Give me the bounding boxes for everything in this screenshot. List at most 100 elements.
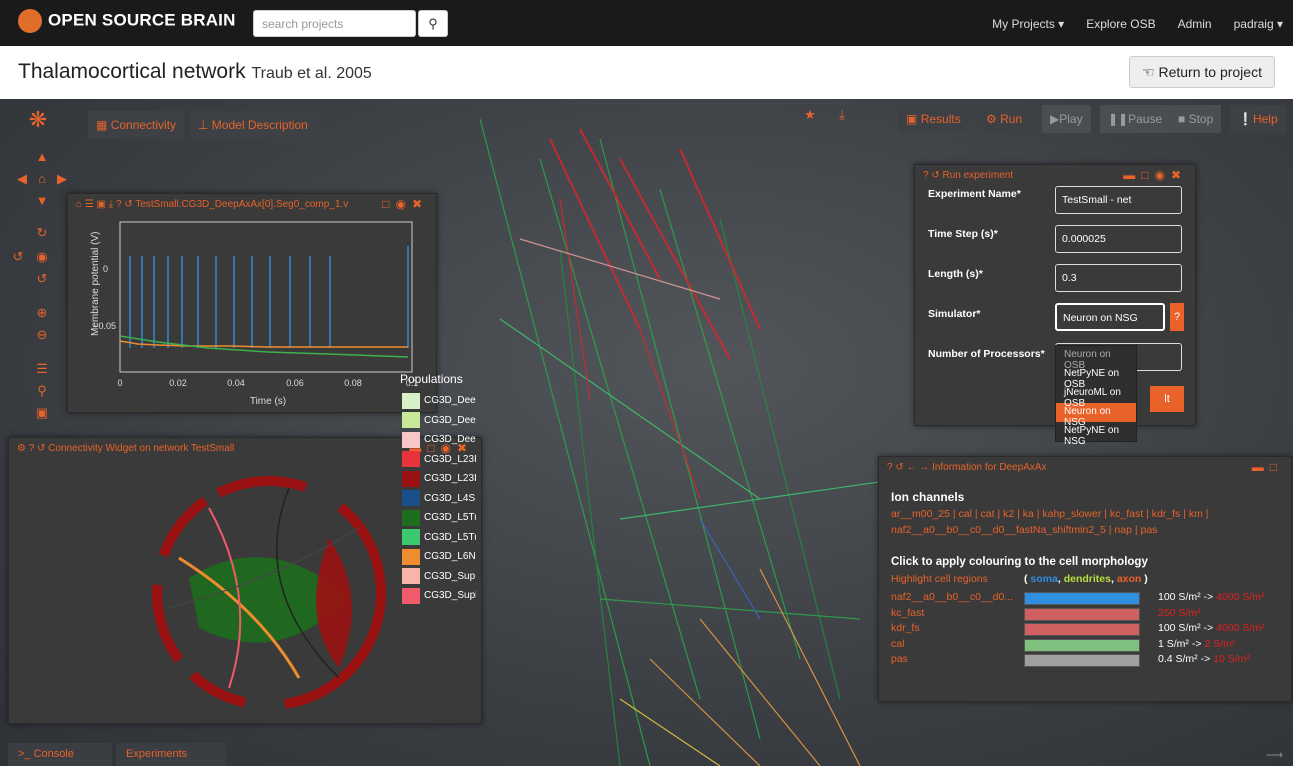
search-input[interactable]: search projects [253, 10, 416, 37]
image-icon[interactable]: ▣ [32, 405, 52, 421]
simulator-option[interactable]: jNeuroML on OSB [1056, 384, 1136, 409]
highlight-regions-label[interactable]: Highlight cell regions [891, 573, 988, 585]
cell-info-header[interactable]: ? ↺ ← → Information for DeepAxAx ▬□ [879, 457, 1291, 479]
console-tab[interactable]: >_ Console [8, 743, 112, 766]
legend-swatch [402, 568, 420, 585]
pause-button[interactable]: ❚❚Pause [1100, 105, 1171, 133]
return-to-project-button[interactable]: ☜ Return to project [1129, 56, 1275, 88]
time-step-field[interactable]: 0.000025 [1055, 225, 1182, 253]
model-description-button[interactable]: ⊥ Model Description [190, 111, 316, 139]
legend-swatch [402, 470, 420, 487]
pan-down-icon[interactable]: ▼ [32, 193, 52, 208]
plot-widget[interactable]: ⌂ ☰ ▣ ⤓ ? ↺ TestSmall.CG3D_DeepAxAx[0].S… [67, 193, 437, 413]
plot-widget-header[interactable]: ⌂ ☰ ▣ ⤓ ? ↺ TestSmall.CG3D_DeepAxAx[0].S… [68, 194, 436, 216]
help-refresh-icon[interactable]: ? ↺ [923, 170, 940, 181]
channel-name[interactable]: naf2__a0__b0__c0__d0... [891, 591, 1013, 603]
explore-osb-link[interactable]: Explore OSB [1086, 17, 1155, 31]
legend-item[interactable]: CG3D_Dee [402, 391, 476, 411]
legend-item[interactable]: CG3D_Dee [402, 411, 476, 431]
connectivity-button[interactable]: ▦ Connectivity [88, 111, 185, 139]
run-button[interactable]: ⚙ Run [978, 105, 1031, 133]
window-controls[interactable]: ▬□ [1252, 460, 1283, 474]
region-links[interactable]: ( soma, dendrites, axon ) [1024, 573, 1148, 585]
plot-tools-icon[interactable]: ⌂ ☰ ▣ ⤓ ? ↺ [76, 199, 133, 210]
region-dendrites[interactable]: dendrites [1064, 573, 1111, 585]
download-icon[interactable]: ⤓ [832, 107, 852, 123]
simulator-help-button[interactable]: ? [1170, 303, 1184, 331]
colouring-heading: Click to apply colouring to the cell mor… [891, 556, 1148, 568]
window-controls[interactable]: ▬□◉✖ [1123, 168, 1187, 182]
rotate-left-icon[interactable]: ↺ [8, 249, 28, 265]
channel-name[interactable]: pas [891, 653, 908, 665]
pan-up-icon[interactable]: ▲ [32, 149, 52, 164]
legend-item[interactable]: CG3D_L6N [402, 547, 476, 567]
channel-name[interactable]: kc_fast [891, 607, 924, 619]
results-button[interactable]: ▣ Results [898, 105, 969, 133]
conductance-bar[interactable] [1024, 654, 1140, 667]
experiments-tab[interactable]: Experiments [116, 743, 226, 766]
legend-item[interactable]: CG3D_L4S [402, 489, 476, 509]
run-experiment-header[interactable]: ? ↺ Run experiment ▬□◉✖ [915, 165, 1195, 187]
search-icon[interactable]: ⚲ [32, 383, 52, 399]
simulator-select[interactable]: Neuron on NSG [1055, 303, 1165, 331]
star-icon[interactable]: ★ [800, 107, 820, 123]
submit-button[interactable]: lt [1150, 386, 1184, 412]
my-projects-menu[interactable]: My Projects ▾ [992, 17, 1064, 31]
legend-item[interactable]: CG3D_Sup [402, 567, 476, 587]
conductance-bar[interactable] [1024, 607, 1140, 621]
brand-logo[interactable]: OPEN SOURCE BRAIN [18, 9, 236, 33]
experiment-name-field[interactable]: TestSmall - net [1055, 186, 1182, 214]
region-axon[interactable]: axon [1117, 573, 1142, 585]
settings-help-icon[interactable]: ⚙ ? ↺ [17, 443, 45, 454]
legend-swatch [402, 392, 420, 409]
conductance-range: 0.4 S/m² -> 10 S/m² [1158, 653, 1250, 665]
camera-icon[interactable]: ◉ [32, 249, 52, 265]
membrane-potential-chart: Membrane potential (V) 0 −0.05 0 0.02 0.… [90, 221, 418, 407]
ion-channels-list[interactable]: naf2__a0__b0__c0__d0__fastNa_shiftmin2_5… [891, 524, 1157, 536]
conductance-bar[interactable] [1024, 638, 1140, 652]
simulator-dropdown[interactable]: Neuron on OSB NetPyNE on OSB jNeuroML on… [1055, 345, 1137, 447]
nav-arrows-icon[interactable]: ? ↺ ← → [887, 462, 929, 473]
legend-item[interactable]: CG3D_L23I [402, 450, 476, 470]
legend-item[interactable]: CG3D_L5Tu [402, 528, 476, 548]
window-controls[interactable]: □◉✖ [382, 197, 428, 211]
conductance-bar[interactable] [1024, 623, 1140, 636]
gears-icon: ⚙ [986, 112, 997, 126]
play-button[interactable]: ▶Play [1042, 105, 1091, 133]
length-field[interactable]: 0.3 [1055, 264, 1182, 292]
simulator-option[interactable]: Neuron on OSB [1056, 346, 1136, 371]
simulator-option[interactable]: NetPyNE on NSG [1056, 422, 1136, 447]
channel-name[interactable]: cal [891, 638, 904, 650]
ion-channels-list[interactable]: ar__m00_25 | cal | cat | k2 | ka | kahp_… [891, 508, 1209, 520]
legend-item[interactable]: CG3D_L23I [402, 469, 476, 489]
search-button[interactable]: ⚲ [418, 10, 448, 37]
share-icon[interactable]: ⟶ [1266, 748, 1283, 762]
y-tick-neg005: −0.05 [93, 321, 116, 331]
legend-item[interactable]: CG3D_L5Tu [402, 508, 476, 528]
channel-name[interactable]: kdr_fs [891, 622, 920, 634]
legend-item[interactable]: CG3D_Dee [402, 430, 476, 450]
x-axis-label: Time (s) [250, 396, 286, 407]
region-soma[interactable]: soma [1030, 573, 1057, 585]
help-button[interactable]: ❕Help [1230, 105, 1286, 133]
play-icon: ▶ [1050, 112, 1060, 126]
zoom-in-icon[interactable]: ⊕ [32, 305, 52, 321]
rotate-up-icon[interactable]: ↻ [32, 225, 52, 241]
home-icon[interactable]: ⌂ [32, 171, 52, 186]
results-label: Results [920, 112, 961, 126]
zoom-out-icon[interactable]: ⊖ [32, 327, 52, 343]
pan-right-icon[interactable]: ▶ [52, 171, 72, 187]
simulator-option-selected[interactable]: Neuron on NSG [1056, 403, 1136, 428]
admin-link[interactable]: Admin [1178, 17, 1212, 31]
legend-label: CG3D_L5Tu [424, 512, 476, 524]
simulator-option[interactable]: NetPyNE on OSB [1056, 365, 1136, 390]
user-menu[interactable]: padraig ▾ [1234, 17, 1283, 31]
list-icon[interactable]: ☰ [32, 361, 52, 377]
conductance-bar[interactable] [1024, 592, 1140, 605]
stop-button[interactable]: ■ Stop [1170, 105, 1222, 133]
rotate-down-icon[interactable]: ↺ [32, 271, 52, 287]
legend-item[interactable]: CG3D_Supl [402, 586, 476, 606]
pan-left-icon[interactable]: ◀ [12, 171, 32, 187]
legend-swatch [402, 451, 420, 468]
search-icon: ⚲ [428, 16, 438, 31]
